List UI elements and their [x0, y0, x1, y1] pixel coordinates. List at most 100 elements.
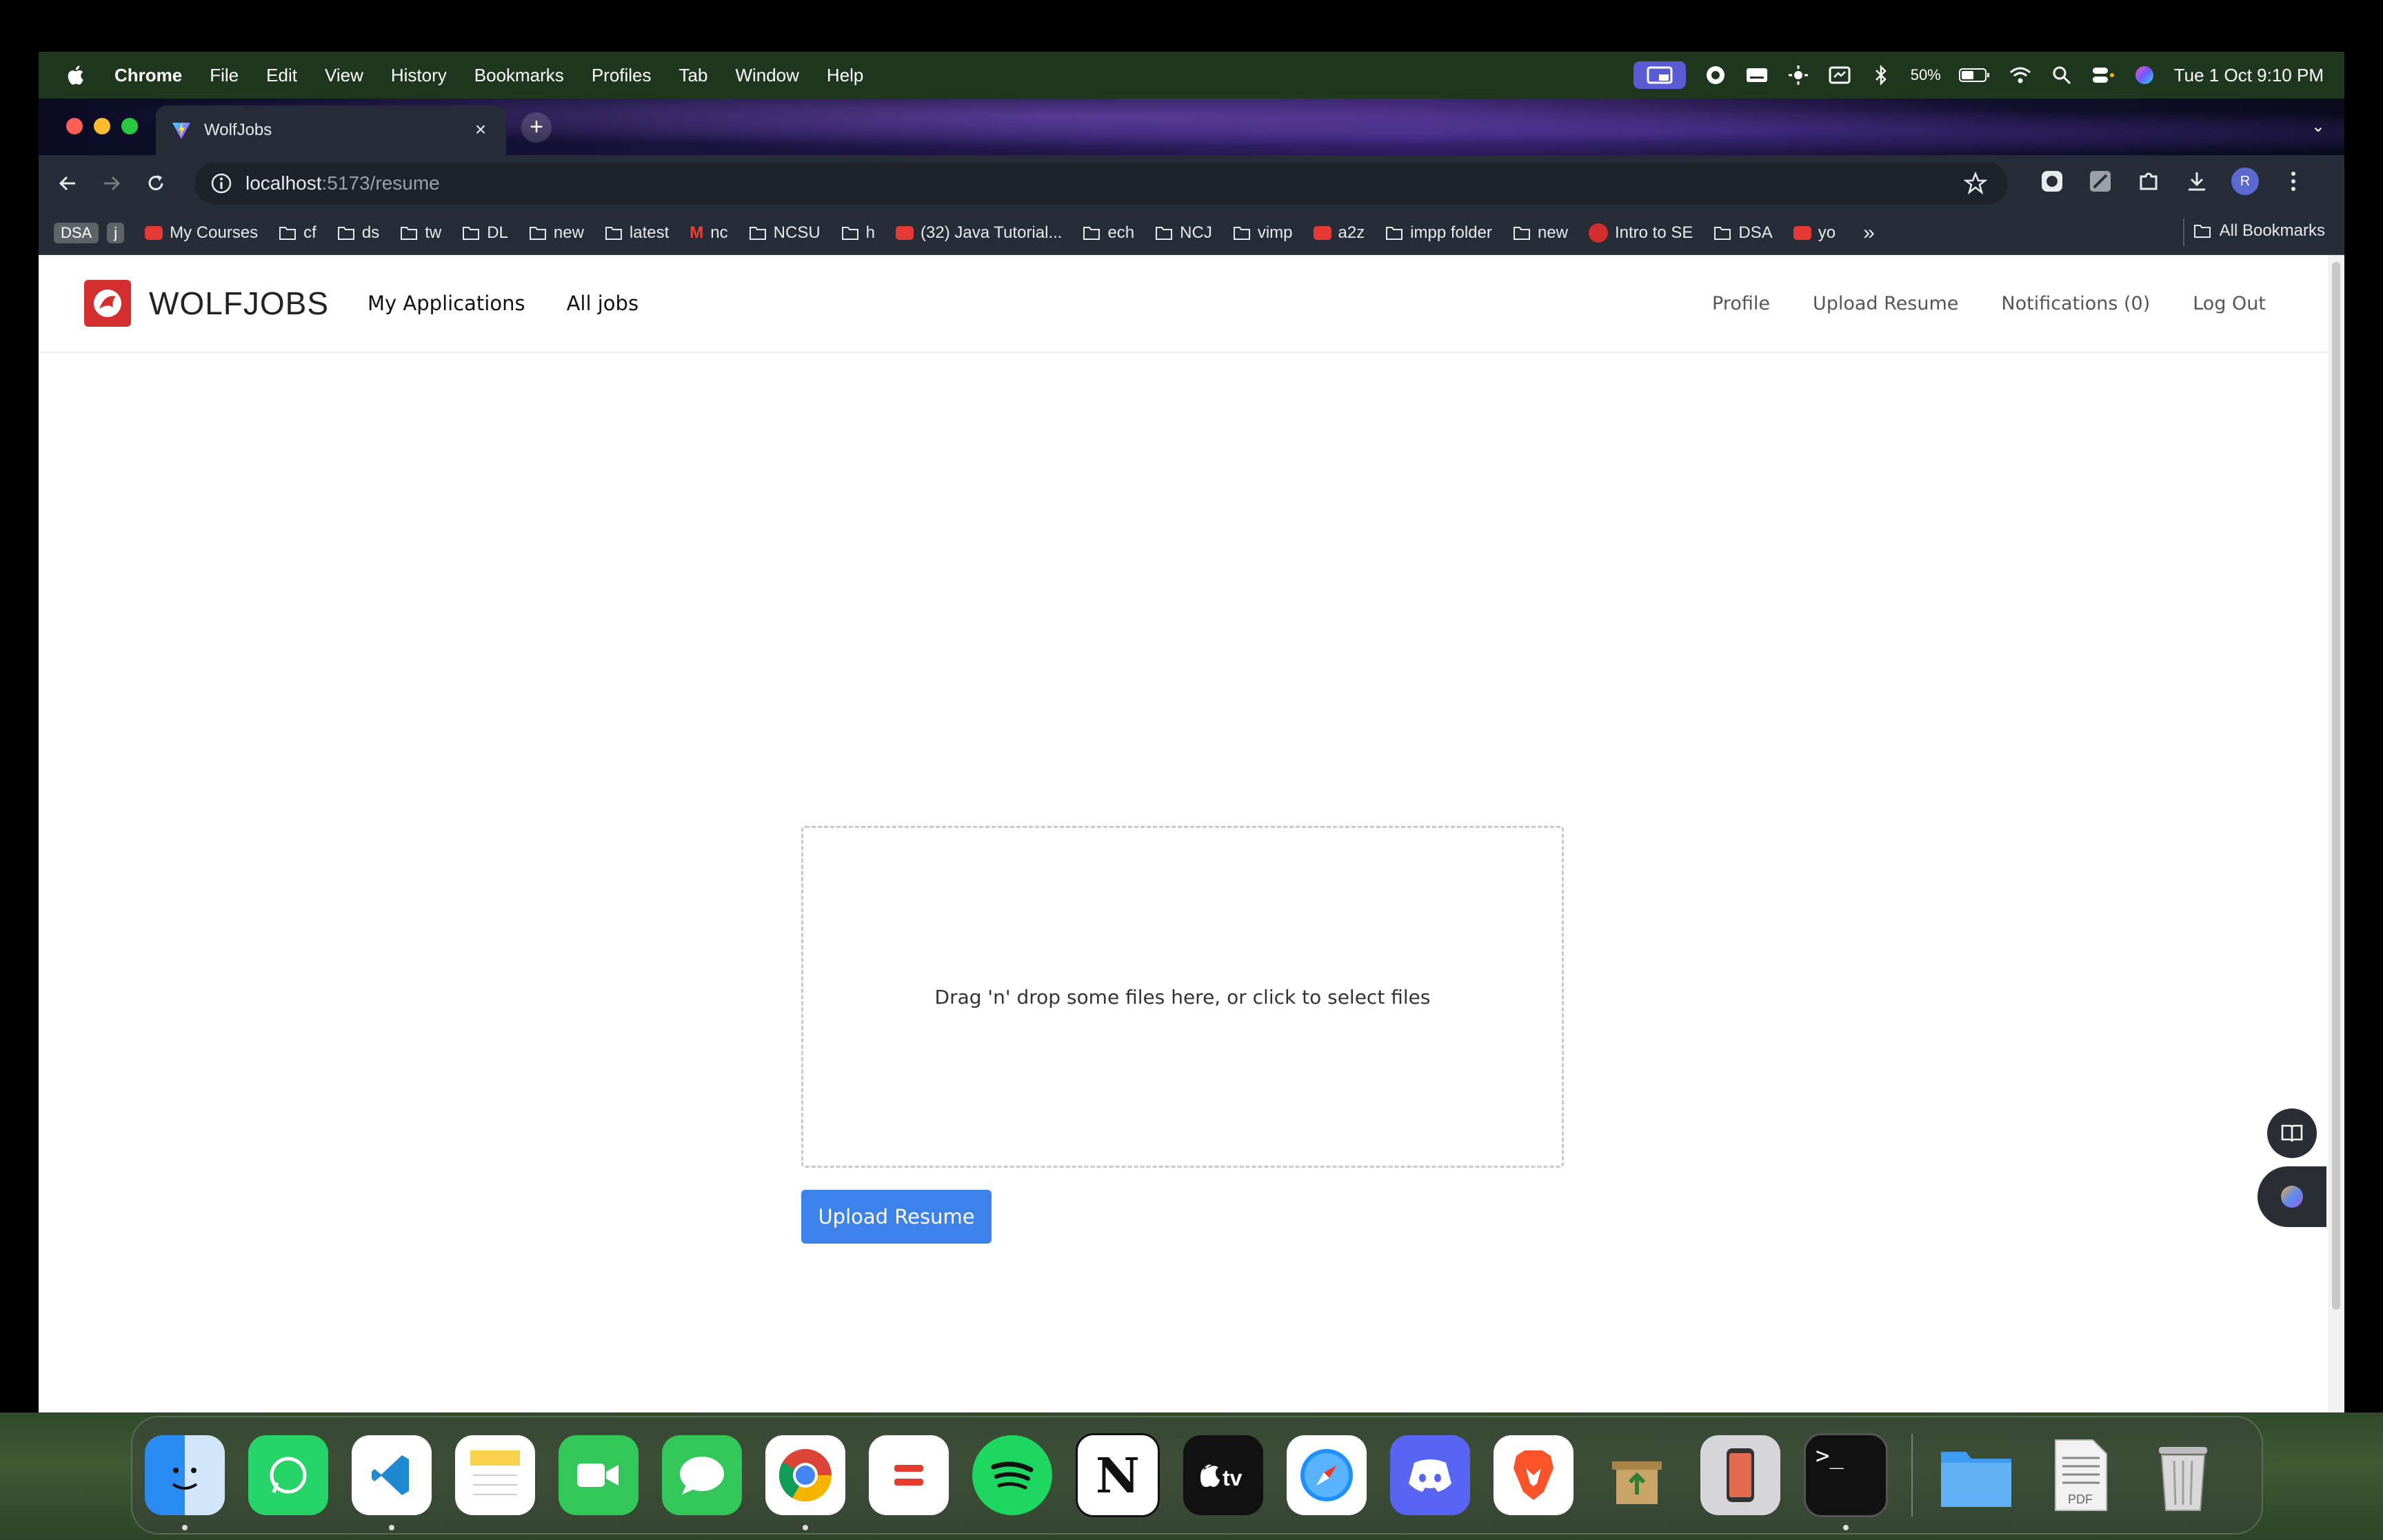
spotlight-search-icon[interactable]	[2050, 63, 2073, 87]
bookmark-item[interactable]: DSA	[54, 223, 99, 243]
bookmark-folder[interactable]: ech	[1083, 223, 1134, 243]
safari-icon[interactable]	[1287, 1435, 1367, 1515]
facetime-icon[interactable]	[559, 1435, 639, 1515]
menu-file[interactable]: File	[196, 65, 252, 86]
spotify-icon[interactable]	[972, 1435, 1052, 1515]
bookmark-item[interactable]: j	[107, 223, 125, 243]
iphone-mirroring-icon[interactable]	[1700, 1435, 1780, 1515]
screen-share-icon[interactable]	[1633, 61, 1686, 89]
wolfjobs-logo-icon[interactable]	[84, 280, 131, 327]
bookmark-item[interactable]: Intro to SE	[1588, 223, 1693, 243]
apple-tv-icon[interactable]: tv	[1183, 1435, 1263, 1515]
menu-edit[interactable]: Edit	[252, 65, 311, 86]
maximize-window-button[interactable]	[121, 118, 138, 134]
bookmark-folder[interactable]: cf	[279, 223, 316, 243]
bookmark-folder[interactable]: NCSU	[749, 223, 821, 243]
notes-icon[interactable]	[455, 1435, 535, 1515]
display-mirror-icon[interactable]	[1828, 63, 1851, 87]
wifi-icon[interactable]	[2009, 63, 2032, 87]
messages-icon[interactable]	[662, 1435, 742, 1515]
bookmark-folder[interactable]: impp folder	[1385, 223, 1492, 243]
tab-close-icon[interactable]: ×	[470, 119, 491, 140]
close-window-button[interactable]	[66, 118, 83, 134]
bookmark-folder[interactable]: DL	[462, 223, 508, 243]
apple-logo-icon[interactable]	[65, 63, 88, 87]
all-bookmarks-button[interactable]: All Bookmarks	[2193, 221, 2325, 241]
bookmark-item[interactable]: Mnc	[690, 223, 727, 243]
bluetooth-icon[interactable]	[1869, 63, 1893, 87]
calculator-icon[interactable]	[869, 1435, 949, 1515]
chrome-icon[interactable]	[765, 1435, 845, 1530]
archive-utility-icon[interactable]	[1597, 1435, 1677, 1515]
minimize-window-button[interactable]	[94, 118, 110, 134]
record-icon[interactable]	[1704, 63, 1727, 87]
extension-icon-2[interactable]	[2087, 168, 2114, 195]
new-tab-button[interactable]: +	[521, 112, 552, 143]
nav-upload-resume[interactable]: Upload Resume	[1813, 293, 1958, 314]
menu-view[interactable]: View	[311, 65, 377, 86]
nav-log-out[interactable]: Log Out	[2193, 293, 2266, 314]
bookmark-folder[interactable]: vimp	[1233, 223, 1293, 243]
upload-resume-button[interactable]: Upload Resume	[801, 1190, 992, 1244]
bookmark-folder[interactable]: new	[529, 223, 584, 243]
bookmarks-overflow-button[interactable]: »	[1863, 221, 1875, 245]
back-arrow-icon[interactable]	[52, 168, 83, 199]
brave-icon[interactable]	[1494, 1435, 1573, 1515]
nav-my-applications[interactable]: My Applications	[368, 292, 525, 315]
menu-window[interactable]: Window	[721, 65, 812, 86]
bookmark-folder[interactable]: latest	[605, 223, 669, 243]
page-scrollbar[interactable]	[2328, 255, 2344, 1412]
bookmark-item[interactable]: My Courses	[145, 223, 258, 243]
reload-icon[interactable]	[141, 168, 171, 199]
bookmark-item[interactable]: (32) Java Tutorial...	[896, 223, 1062, 243]
tab-wolfjobs[interactable]: WolfJobs ×	[156, 105, 506, 155]
siri-icon[interactable]	[2133, 63, 2156, 87]
download-icon[interactable]	[2183, 168, 2211, 195]
notion-icon[interactable]: N	[1076, 1433, 1160, 1517]
trash-icon[interactable]	[2143, 1435, 2223, 1515]
extension-icon-1[interactable]	[2038, 168, 2066, 195]
nav-profile[interactable]: Profile	[1712, 293, 1770, 314]
keyboard-icon[interactable]	[1745, 63, 1769, 87]
tab-search-chevron-icon[interactable]: ⌄	[2311, 116, 2325, 136]
bookmark-folder[interactable]: NCJ	[1155, 223, 1212, 243]
nav-all-jobs[interactable]: All jobs	[567, 292, 639, 315]
terminal-icon[interactable]: >_	[1804, 1433, 1888, 1530]
bookmark-folder[interactable]: tw	[400, 223, 441, 243]
brightness-icon[interactable]	[1787, 63, 1810, 87]
control-center-icon[interactable]	[2091, 63, 2115, 87]
discord-icon[interactable]	[1390, 1435, 1470, 1515]
profile-avatar[interactable]: R	[2231, 168, 2259, 195]
bookmark-item[interactable]: yo	[1793, 223, 1836, 243]
chrome-menu-icon[interactable]	[2280, 168, 2307, 195]
menu-help[interactable]: Help	[813, 65, 877, 86]
bookmark-star-icon[interactable]	[1964, 172, 1987, 195]
reading-mode-icon[interactable]	[2267, 1108, 2317, 1158]
whatsapp-icon[interactable]	[248, 1435, 328, 1515]
menu-tab[interactable]: Tab	[665, 65, 722, 86]
finder-icon[interactable]	[145, 1435, 225, 1530]
forward-arrow-icon[interactable]	[97, 168, 127, 199]
battery-icon[interactable]	[1958, 63, 1991, 87]
bookmark-folder[interactable]: new	[1513, 223, 1568, 243]
site-info-icon[interactable]	[210, 172, 233, 195]
menubar-datetime[interactable]: Tue 1 Oct 9:10 PM	[2174, 65, 2324, 86]
pdf-document-icon[interactable]: PDF	[2040, 1435, 2120, 1515]
file-dropzone[interactable]: Drag 'n' drop some files here, or click …	[801, 826, 1564, 1168]
assistant-widget-icon[interactable]	[2258, 1166, 2326, 1227]
address-bar[interactable]: localhost:5173/resume	[194, 162, 2008, 205]
vscode-icon[interactable]	[352, 1435, 432, 1530]
bookmark-folder[interactable]: DSA	[1713, 223, 1773, 243]
menu-bookmarks[interactable]: Bookmarks	[461, 65, 578, 86]
brand-name[interactable]: WOLFJOBS	[149, 285, 329, 322]
bookmark-folder[interactable]: ds	[337, 223, 379, 243]
puzzle-extensions-icon[interactable]	[2135, 168, 2162, 195]
bookmark-folder[interactable]: h	[841, 223, 875, 243]
menu-profiles[interactable]: Profiles	[578, 65, 665, 86]
folder-stack-icon[interactable]	[1936, 1435, 2016, 1515]
menu-history[interactable]: History	[377, 65, 461, 86]
bookmark-item[interactable]: a2z	[1313, 223, 1365, 243]
nav-notifications[interactable]: Notifications (0)	[2001, 293, 2150, 314]
menu-app-name[interactable]: Chrome	[101, 65, 196, 86]
scrollbar-thumb[interactable]	[2332, 262, 2340, 1310]
